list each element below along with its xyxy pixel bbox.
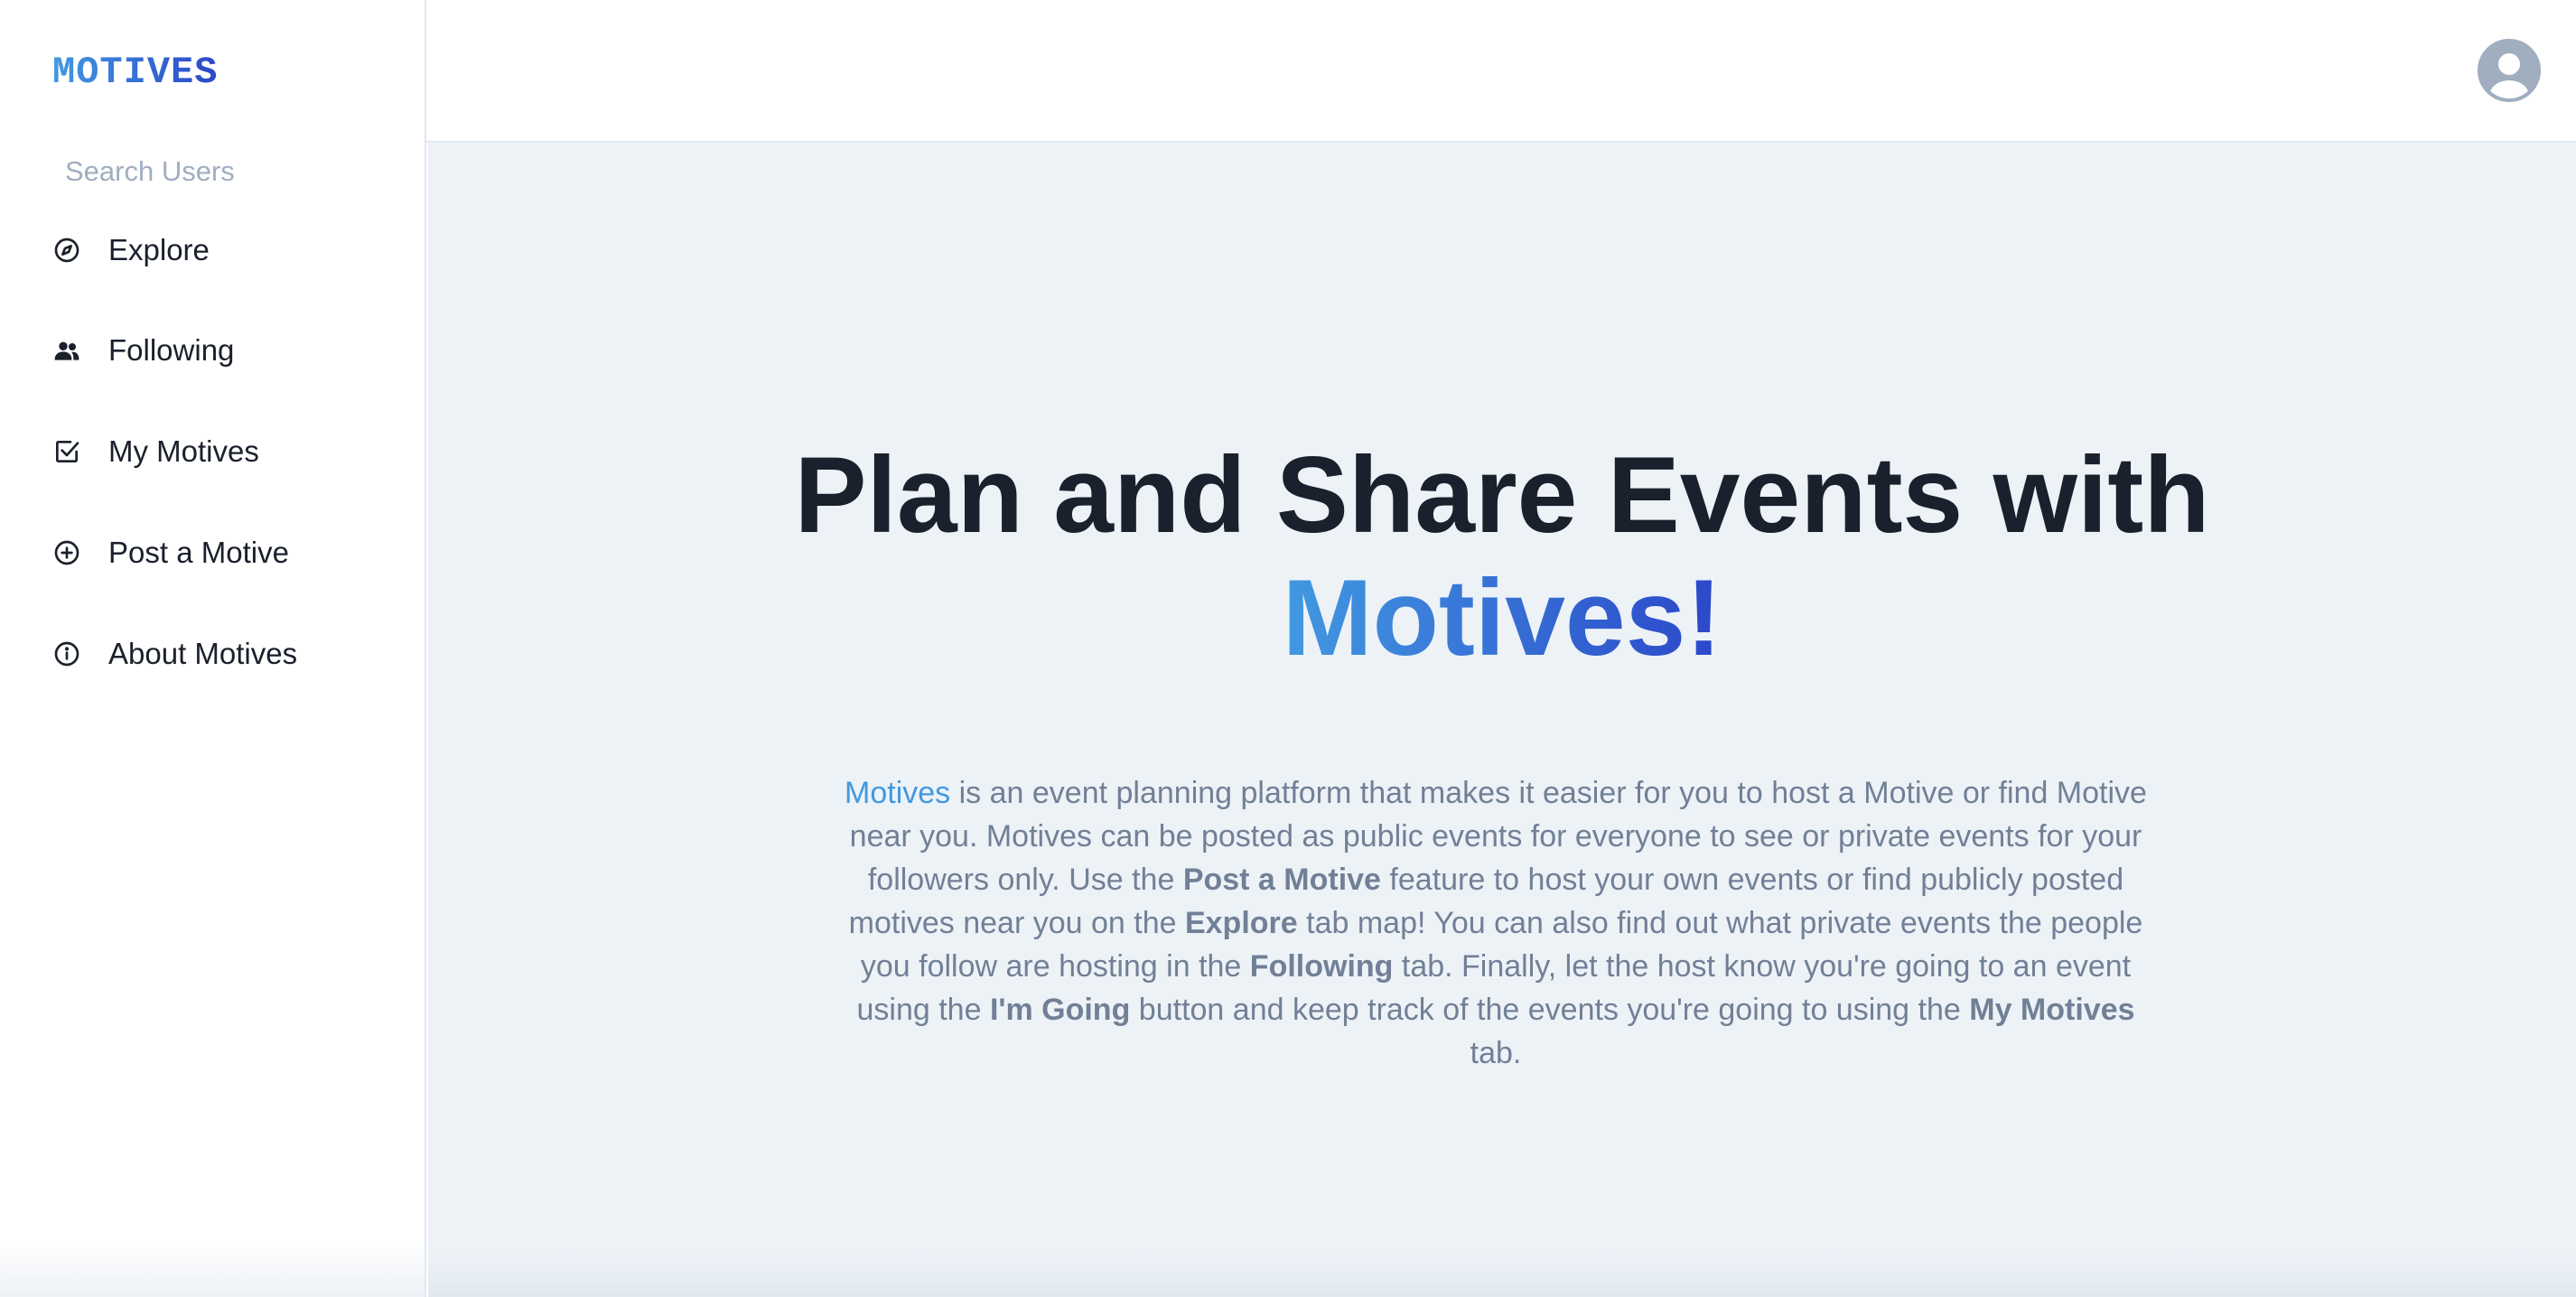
compass-icon [52, 236, 81, 265]
sidebar-item-post-a-motive[interactable]: Post a Motive [52, 526, 396, 580]
sidebar: MOTIVES Explore Following [0, 0, 426, 1297]
search-users-input[interactable] [52, 146, 378, 197]
main-content: Plan and Share Events with Motives! [428, 143, 2576, 1297]
main-bottom-shadow [428, 1252, 2576, 1297]
hero-title-line1: Plan and Share Events with [794, 434, 2210, 555]
description-bold-my-motives: My Motives [1969, 993, 2135, 1027]
sidebar-item-label: Post a Motive [108, 536, 289, 569]
description-bold-im-going: I'm Going [989, 993, 1131, 1027]
sidebar-item-label: Following [108, 333, 235, 367]
description-bold-following: Following [1249, 949, 1394, 984]
description-bold-post-a-motive: Post a Motive [1182, 863, 1381, 897]
sidebar-item-about-motives[interactable]: About Motives [52, 627, 396, 681]
check-square-icon [52, 437, 81, 466]
info-icon [52, 639, 81, 668]
hero-title: Plan and Share Events with Motives! [428, 434, 2576, 679]
description-text: button and keep track of the events you'… [1130, 993, 1970, 1027]
top-bar [426, 0, 2576, 143]
sidebar-bottom-shadow [0, 1243, 425, 1297]
app-logo[interactable]: MOTIVES [52, 51, 218, 94]
description-brand: Motives [845, 776, 951, 810]
sidebar-item-following[interactable]: Following [52, 323, 396, 378]
description-bold-explore: Explore [1184, 906, 1298, 940]
plus-circle-icon [52, 538, 81, 567]
user-avatar-icon[interactable] [2477, 38, 2542, 103]
sidebar-item-explore[interactable]: Explore [52, 223, 396, 277]
hero-description: Motives is an event planning platform th… [833, 771, 2159, 1075]
hero-title-brand: Motives! [1282, 557, 1722, 678]
sidebar-item-my-motives[interactable]: My Motives [52, 425, 396, 479]
sidebar-item-label: Explore [108, 233, 210, 266]
sidebar-item-label: My Motives [108, 434, 259, 468]
description-text: tab. [1470, 1036, 1522, 1070]
users-icon [52, 336, 81, 365]
sidebar-item-label: About Motives [108, 637, 298, 670]
